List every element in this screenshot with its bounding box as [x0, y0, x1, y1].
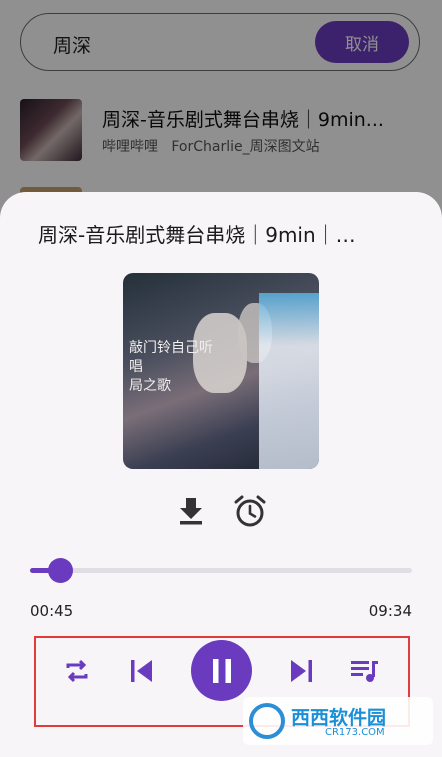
skip-next-icon[interactable]: [285, 654, 319, 688]
watermark-logo-icon: [249, 703, 285, 739]
track-title: 周深-音乐剧式舞台串烧｜9min｜…: [38, 223, 356, 247]
skip-previous-icon[interactable]: [124, 654, 158, 688]
watermark: 西西软件园 CR173.COM: [243, 697, 433, 745]
playlist-icon[interactable]: [348, 654, 382, 688]
album-art: 敲门铃自己听 唱 局之歌: [123, 273, 319, 469]
progress-thumb[interactable]: [47, 558, 73, 583]
repeat-icon[interactable]: [60, 654, 94, 688]
download-icon[interactable]: [174, 494, 208, 528]
progress-slider[interactable]: [30, 558, 412, 583]
watermark-name: 西西软件园: [291, 707, 387, 729]
total-duration: 09:34: [368, 602, 412, 620]
art-figure-shape: [259, 293, 319, 469]
elapsed-time: 00:45: [30, 602, 74, 620]
alarm-clock-icon[interactable]: [233, 494, 267, 528]
pause-button[interactable]: [191, 640, 252, 701]
watermark-url: CR173.COM: [325, 727, 385, 738]
album-art-caption: 敲门铃自己听 唱 局之歌: [129, 340, 213, 394]
pause-icon: [212, 658, 231, 683]
player-sheet: 周深-音乐剧式舞台串烧｜9min｜… 敲门铃自己听 唱 局之歌 00:45 09…: [0, 192, 442, 757]
